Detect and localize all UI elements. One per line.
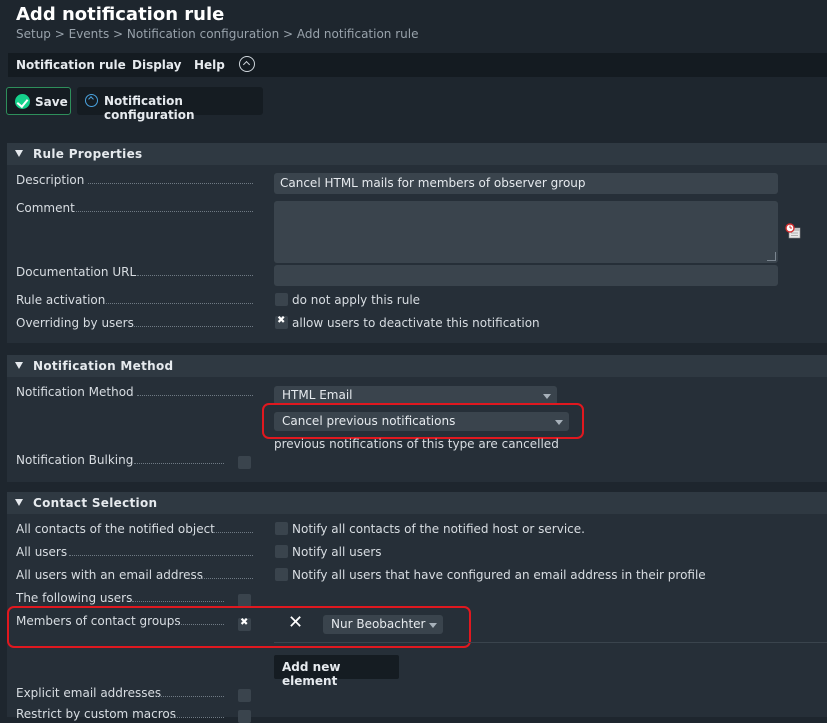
- notification-configuration-button[interactable]: Notification configuration: [77, 87, 263, 122]
- all-users-label: All users: [16, 545, 68, 559]
- dotted-leader: [76, 201, 253, 212]
- dotted-leader: [69, 545, 253, 556]
- rule-activation-label: Rule activation: [16, 293, 106, 307]
- up-arrow-circle-icon: [85, 94, 98, 107]
- page-title: Add notification rule: [16, 4, 225, 25]
- notification-method-title: Notification Method: [33, 359, 174, 373]
- cancel-notifications-help: previous notifications of this type are …: [274, 437, 559, 451]
- resize-grip-icon[interactable]: [767, 252, 776, 261]
- collapse-menu-icon[interactable]: [239, 56, 255, 72]
- overriding-by-users-label: Overriding by users: [16, 316, 134, 330]
- menu-notification-rule[interactable]: Notification rule: [16, 58, 126, 72]
- explicit-email-label: Explicit email addresses: [16, 686, 162, 700]
- save-label: Save: [35, 95, 68, 109]
- all-contacts-label: All contacts of the notified object: [16, 522, 215, 536]
- contact-selection-title: Contact Selection: [33, 496, 158, 510]
- breadcrumb[interactable]: Setup > Events > Notification configurat…: [16, 27, 418, 41]
- documentation-url-input[interactable]: [274, 265, 778, 286]
- following-users-label: The following users: [16, 591, 133, 605]
- dotted-leader: [213, 522, 253, 533]
- divider: [274, 642, 827, 643]
- comment-label: Comment: [16, 201, 75, 215]
- dotted-leader: [132, 316, 253, 327]
- all-users-email-checkbox[interactable]: [275, 568, 288, 581]
- restrict-macros-label: Restrict by custom macros: [16, 707, 176, 721]
- dotted-leader: [157, 686, 224, 697]
- menu-help[interactable]: Help: [194, 58, 225, 72]
- documentation-url-label: Documentation URL: [16, 265, 137, 279]
- collapse-triangle-icon: [15, 150, 23, 157]
- menu-display[interactable]: Display: [132, 58, 181, 72]
- menu-bar: Notification rule Display Help: [8, 53, 827, 77]
- dotted-leader: [172, 707, 224, 718]
- all-contacts-text: Notify all contacts of the notified host…: [292, 522, 585, 536]
- all-users-text: Notify all users: [292, 545, 382, 559]
- overriding-by-users-text: allow users to deactivate this notificat…: [292, 316, 540, 330]
- highlight-cancel-notifications: [262, 403, 584, 439]
- dropdown-caret-icon: [543, 394, 551, 399]
- collapse-triangle-icon: [15, 499, 23, 506]
- explicit-email-checkbox[interactable]: [238, 689, 251, 702]
- checkmark-icon: [15, 94, 30, 109]
- rule-properties-header[interactable]: Rule Properties: [7, 143, 827, 165]
- save-button[interactable]: Save: [6, 87, 71, 115]
- all-contacts-checkbox[interactable]: [275, 522, 288, 535]
- all-users-checkbox[interactable]: [275, 545, 288, 558]
- dotted-leader: [132, 591, 224, 602]
- rule-activation-checkbox[interactable]: [275, 293, 288, 306]
- dotted-leader: [137, 265, 253, 276]
- dotted-leader: [197, 568, 253, 579]
- calendar-clock-icon[interactable]: [785, 223, 801, 239]
- rule-activation-text: do not apply this rule: [292, 293, 421, 307]
- dotted-leader: [88, 173, 253, 184]
- notification-configuration-label: Notification configuration: [104, 94, 195, 122]
- notification-method-label: Notification Method: [16, 385, 134, 399]
- contact-selection-header[interactable]: Contact Selection: [7, 492, 827, 514]
- all-users-email-label: All users with an email address: [16, 568, 204, 582]
- notification-bulking-label: Notification Bulking: [16, 453, 134, 467]
- notification-method-value: HTML Email: [282, 388, 353, 402]
- rule-properties-title: Rule Properties: [33, 147, 143, 161]
- overriding-by-users-checkbox[interactable]: [275, 315, 288, 329]
- description-label: Description: [16, 173, 85, 187]
- dotted-leader: [134, 453, 224, 464]
- description-input[interactable]: Cancel HTML mails for members of observe…: [274, 173, 778, 194]
- notification-method-header[interactable]: Notification Method: [7, 355, 827, 377]
- dotted-leader: [137, 385, 253, 396]
- all-users-email-text: Notify all users that have configured an…: [292, 568, 706, 582]
- add-new-element-button[interactable]: Add new element: [274, 655, 399, 688]
- collapse-triangle-icon: [15, 362, 23, 369]
- notification-bulking-checkbox[interactable]: [238, 456, 251, 469]
- comment-textarea[interactable]: [274, 201, 778, 263]
- dotted-leader: [106, 293, 253, 304]
